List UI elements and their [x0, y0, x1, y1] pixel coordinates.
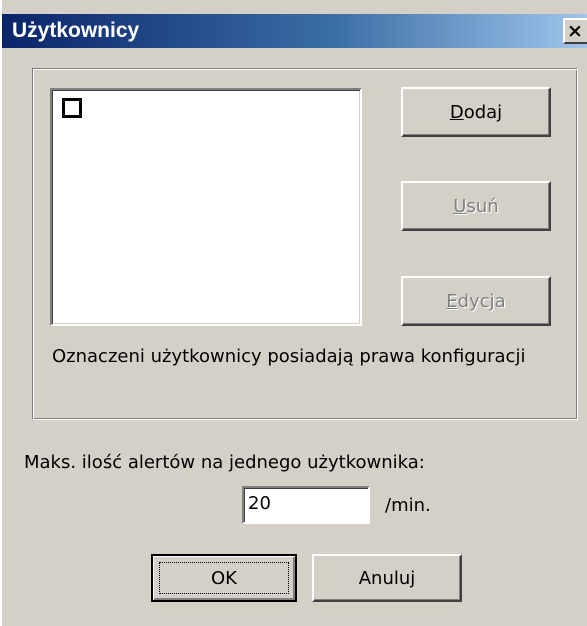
cancel-button-label: Anuluj	[358, 567, 416, 589]
close-icon[interactable]: ×	[563, 18, 587, 44]
remove-button-label: Usuń	[453, 195, 499, 217]
users-list[interactable]	[50, 88, 362, 326]
remove-button[interactable]: Usuń	[401, 181, 551, 231]
focus-rect	[159, 562, 289, 594]
add-button-label: Dodaj	[449, 101, 503, 123]
max-alerts-unit: /min.	[385, 495, 431, 516]
window-title: Użytkownicy	[12, 19, 140, 42]
ok-button[interactable]: OK	[151, 554, 297, 602]
add-button[interactable]: Dodaj	[401, 87, 551, 137]
edit-button[interactable]: Edycja	[401, 276, 551, 326]
title-bar[interactable]: Użytkownicy ×	[2, 14, 587, 48]
cancel-button[interactable]: Anuluj	[312, 554, 462, 602]
config-rights-note: Oznaczeni użytkownicy posiadają prawa ko…	[52, 346, 526, 367]
user-checkbox[interactable]	[62, 98, 82, 118]
users-dialog: Użytkownicy × Dodaj Usuń Edycja Oznaczen…	[0, 0, 587, 626]
max-alerts-input[interactable]: 20	[242, 486, 370, 524]
max-alerts-label: Maks. ilość alertów na jednego użytkowni…	[24, 452, 425, 473]
edit-button-label: Edycja	[446, 290, 506, 312]
